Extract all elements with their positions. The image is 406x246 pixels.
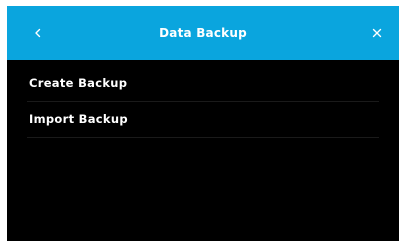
- close-button[interactable]: [363, 19, 391, 47]
- close-icon: [372, 28, 382, 38]
- title-bar: Data Backup: [7, 6, 399, 60]
- create-backup-item[interactable]: Create Backup: [27, 66, 379, 102]
- device-screen: Data Backup Create Backup Import Backup: [7, 6, 399, 241]
- chevron-left-icon: [35, 28, 41, 38]
- import-backup-item[interactable]: Import Backup: [27, 102, 379, 138]
- backup-menu: Create Backup Import Backup: [27, 66, 379, 138]
- page-title: Data Backup: [159, 26, 247, 40]
- back-button[interactable]: [24, 19, 52, 47]
